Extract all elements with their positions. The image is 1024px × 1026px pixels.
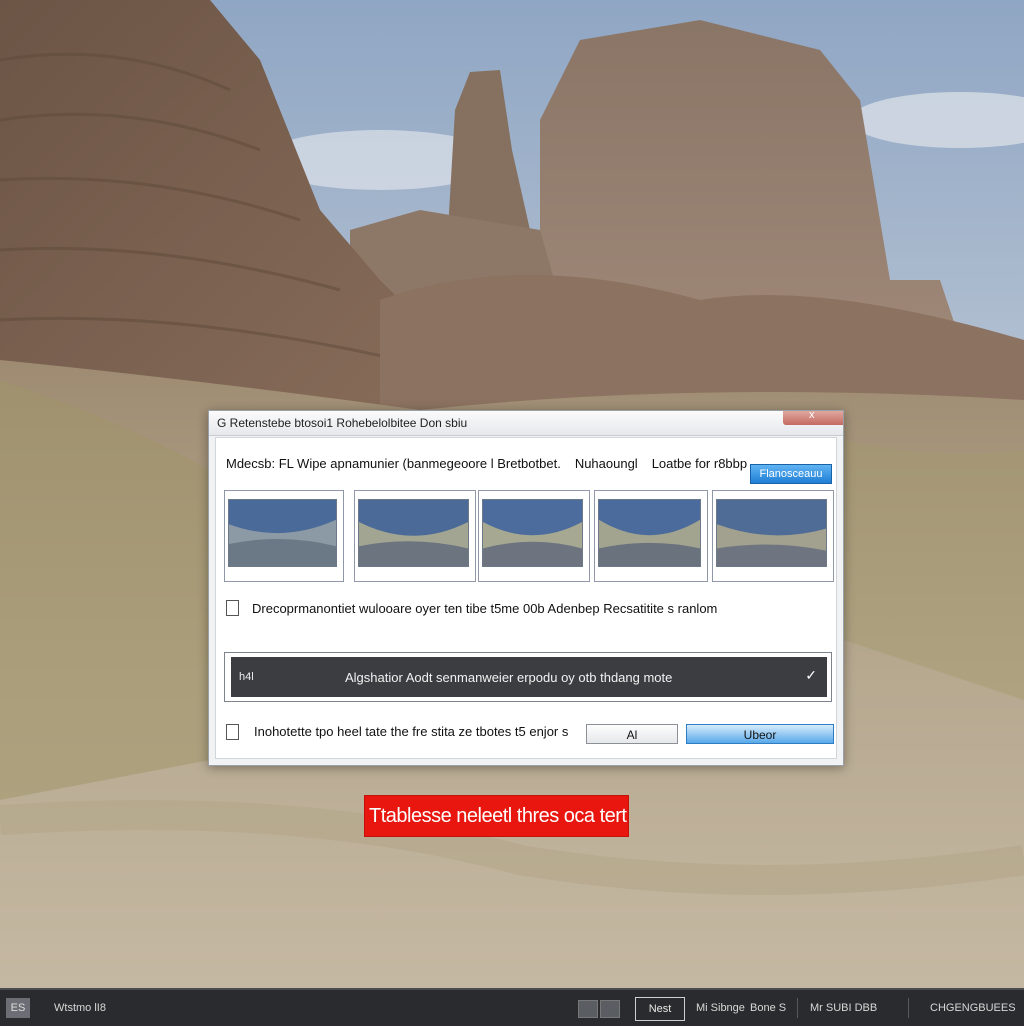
taskbar-window-icon[interactable] (578, 1000, 598, 1018)
dialog-content: Mdecsb: FL Wipe apnamunier (banmegeoore … (215, 437, 837, 759)
thumbnail-1[interactable] (224, 490, 344, 582)
thumbnail-2[interactable] (354, 490, 476, 582)
dropdown-field: h4l Algshatior Aodt senmanweier erpodu o… (231, 657, 827, 697)
thumbnail-image (716, 499, 827, 567)
taskbar-button[interactable]: Nest (635, 997, 685, 1021)
dialog-description: Mdecsb: FL Wipe apnamunier (banmegeoore … (226, 456, 747, 471)
dialog-titlebar[interactable]: G Retenstebe btosoi1 Rohebelolbitee Don … (209, 409, 843, 436)
taskbar-divider (908, 998, 909, 1018)
chevron-down-icon[interactable]: ✓ (805, 667, 817, 684)
taskbar-item-4[interactable]: CHGENGBUEES (930, 1002, 1016, 1014)
footer-checkbox-label: Inohotette tpo heel tate the fre stita z… (254, 724, 569, 739)
dropdown-select[interactable]: h4l Algshatior Aodt senmanweier erpodu o… (224, 652, 832, 702)
footer-checkbox-row: Inohotette tpo heel tate the fre stita z… (226, 724, 569, 744)
close-icon: x (809, 409, 815, 421)
description-part-2: Nuhaoungl (574, 456, 638, 471)
option-row: Drecoprmanontiet wulooare oyer ten tibe … (226, 598, 826, 618)
option-label: Drecoprmanontiet wulooare oyer ten tibe … (252, 601, 718, 616)
taskbar: ES Wtstmo lI8 Nest Mi Sibnge Bone S Mr S… (0, 988, 1024, 1026)
description-part-3: Loatbe for r8bbp (651, 456, 748, 471)
red-notification-banner[interactable]: Ttablesse neleetl thres oca tert (364, 795, 629, 837)
taskbar-folder-icon[interactable] (600, 1000, 620, 1018)
thumbnail-image (598, 499, 701, 567)
thumbnail-5[interactable] (712, 490, 834, 582)
thumbnail-image (482, 499, 583, 567)
footer-checkbox[interactable] (226, 724, 239, 740)
option-checkbox[interactable] (226, 600, 239, 616)
dropdown-prefix: h4l (239, 671, 254, 683)
close-button[interactable]: x (783, 409, 843, 425)
thumbnail-image (228, 499, 337, 567)
start-button[interactable]: ES (6, 998, 30, 1018)
dialog-header-row: Mdecsb: FL Wipe apnamunier (banmegeoore … (222, 454, 832, 484)
dialog-window: G Retenstebe btosoi1 Rohebelolbitee Don … (208, 409, 844, 766)
thumbnail-strip (224, 490, 836, 584)
thumbnail-4[interactable] (594, 490, 708, 582)
thumbnail-image (358, 499, 469, 567)
thumbnail-3[interactable] (478, 490, 590, 582)
description-part-1: Mdecsb: FL Wipe apnamunier (banmegeoore … (226, 456, 561, 471)
dropdown-value: Algshatior Aodt senmanweier erpodu oy ot… (345, 670, 673, 685)
dialog-title: G Retenstebe btosoi1 Rohebelolbitee Don … (217, 416, 468, 430)
primary-button[interactable]: Ubeor (686, 724, 834, 744)
taskbar-item-2[interactable]: Bone S (750, 1002, 786, 1014)
secondary-button[interactable]: Al (586, 724, 678, 744)
top-action-button[interactable]: Flanosceauu (750, 464, 832, 484)
taskbar-divider (797, 998, 798, 1018)
notification-text: Ttablesse neleetl thres oca tert (369, 805, 627, 827)
taskbar-app-label[interactable]: Wtstmo lI8 (54, 1002, 106, 1014)
taskbar-item-3[interactable]: Mr SUBI DBB (810, 1002, 877, 1014)
taskbar-item-1[interactable]: Mi Sibnge (696, 1002, 745, 1014)
